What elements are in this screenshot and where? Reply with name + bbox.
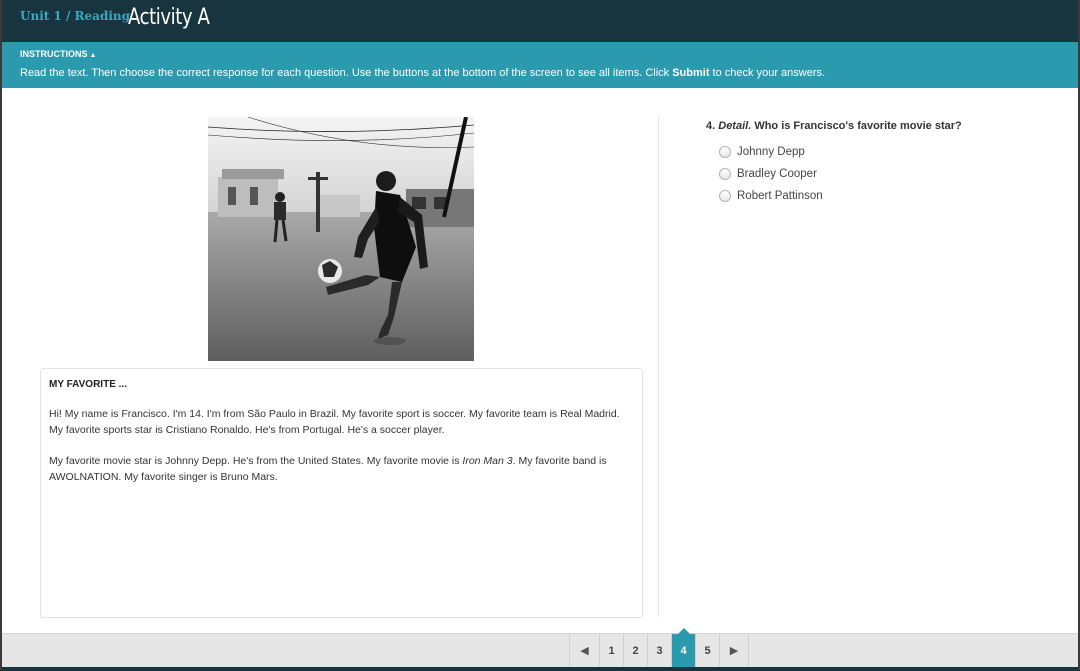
answer-option-bradley-cooper[interactable]: Bradley Cooper	[719, 166, 817, 182]
page-button-5[interactable]: 5	[695, 634, 719, 667]
question-prompt: 4. Detail. Who is Francisco's favorite m…	[706, 120, 962, 132]
instructions-toggle[interactable]: INSTRUCTIONS ▲	[20, 49, 96, 59]
passage-title: MY FAVORITE ...	[49, 379, 127, 390]
answer-label: Johnny Depp	[737, 146, 805, 158]
instructions-panel: INSTRUCTIONS ▲ Read the text. Then choose…	[2, 42, 1078, 88]
page-button-3[interactable]: 3	[647, 634, 671, 667]
top-bar: Unit 1 / Reading Activity A	[2, 0, 1078, 42]
pane-divider	[658, 117, 659, 617]
instructions-text: Read the text. Then choose the correct r…	[20, 67, 826, 79]
prev-page-button[interactable]: ◀	[569, 634, 599, 667]
radio-button[interactable]	[719, 168, 731, 180]
question-text: Who is Francisco's favorite movie star?	[754, 120, 962, 132]
next-page-button[interactable]: ▶	[719, 634, 749, 667]
radio-button[interactable]	[719, 190, 731, 202]
question-skill: Detail.	[718, 120, 752, 132]
triangle-left-icon: ◀	[580, 645, 589, 657]
answer-option-robert-pattinson[interactable]: Robert Pattinson	[719, 188, 823, 204]
reading-passage: MY FAVORITE ... Hi! My name is Francisco…	[40, 368, 643, 618]
radio-button[interactable]	[719, 146, 731, 158]
page-button-1[interactable]: 1	[599, 634, 623, 667]
page-button-4-current[interactable]: 4	[671, 628, 695, 667]
footer-stripe	[2, 667, 1078, 671]
page-button-2[interactable]: 2	[623, 634, 647, 667]
answer-option-johnny-depp[interactable]: Johnny Depp	[719, 144, 805, 160]
footer-bar: ◀ 1 2 3 4 5 ▶	[2, 628, 1078, 671]
triangle-up-icon: ▲	[89, 52, 97, 59]
passage-paragraph-1: Hi! My name is Francisco. I'm 14. I'm fr…	[49, 408, 620, 436]
triangle-right-icon: ▶	[729, 645, 739, 657]
page-title: Activity A	[128, 5, 210, 30]
instructions-heading: INSTRUCTIONS	[20, 49, 88, 59]
answer-label: Robert Pattinson	[737, 190, 823, 202]
pagination: ◀ 1 2 3 4 5 ▶	[569, 628, 749, 667]
answer-label: Bradley Cooper	[737, 168, 817, 180]
passage-photo	[208, 117, 474, 361]
passage-paragraph-2: My favorite movie star is Johnny Depp. H…	[49, 455, 607, 483]
breadcrumb: Unit 1 / Reading	[20, 9, 131, 23]
question-number: 4.	[706, 120, 716, 132]
activity-window: Unit 1 / Reading Activity A INSTRUCTIONS…	[0, 0, 1080, 671]
